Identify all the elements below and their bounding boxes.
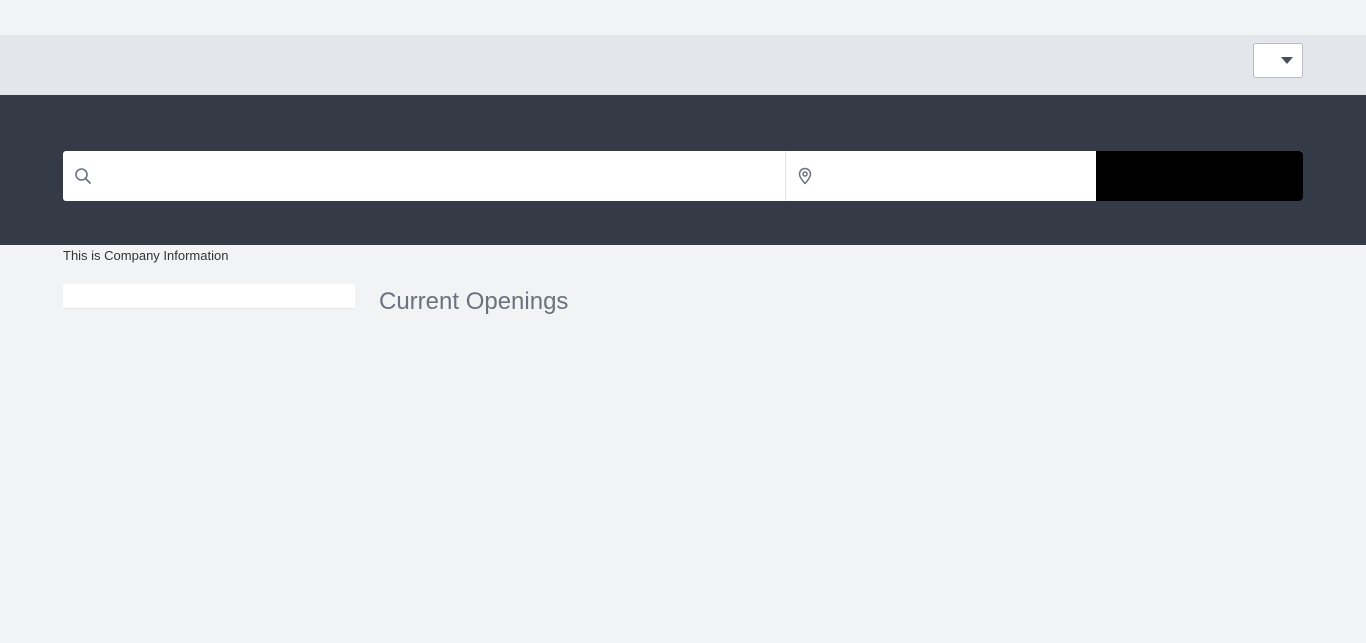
location-input[interactable] bbox=[820, 151, 1090, 201]
map-pin-icon bbox=[798, 167, 812, 185]
keyword-input[interactable] bbox=[101, 151, 781, 201]
current-openings-title: Current Openings bbox=[379, 288, 569, 315]
chevron-down-icon bbox=[1281, 57, 1293, 64]
search-button[interactable] bbox=[1096, 151, 1303, 201]
sidebar-filter-box bbox=[63, 284, 355, 309]
job-search-bar bbox=[63, 151, 1303, 201]
language-select[interactable] bbox=[1253, 43, 1303, 78]
location-field[interactable] bbox=[786, 151, 1096, 201]
search-hero bbox=[0, 95, 1366, 245]
keyword-field[interactable] bbox=[63, 151, 786, 201]
search-icon bbox=[75, 168, 91, 184]
top-strip bbox=[0, 0, 1366, 35]
header-bar bbox=[0, 35, 1366, 95]
company-information: This is Company Information bbox=[63, 248, 229, 263]
